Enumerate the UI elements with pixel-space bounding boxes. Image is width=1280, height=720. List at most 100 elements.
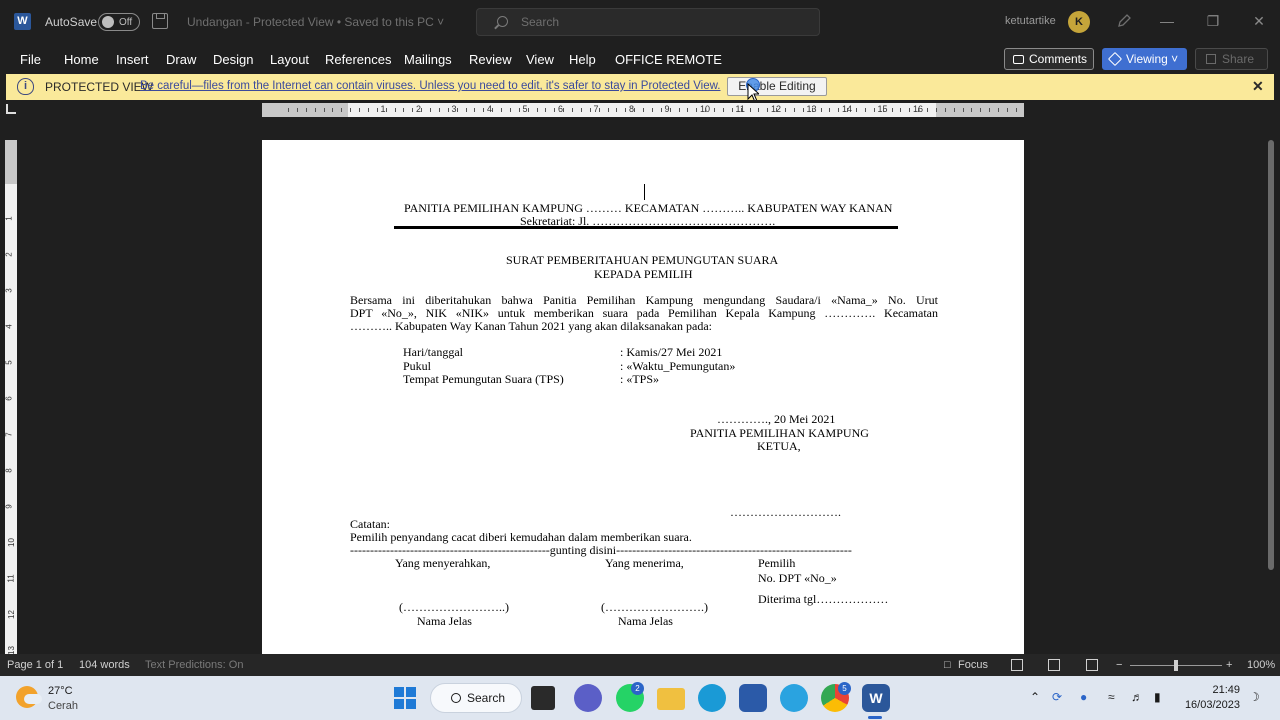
- ruler-tick: [918, 108, 920, 112]
- ruler-tick: [696, 108, 698, 112]
- file-explorer-icon[interactable]: [657, 688, 685, 710]
- tab-mailings[interactable]: Mailings: [404, 52, 452, 67]
- ruler-tick: [927, 108, 928, 112]
- volume-icon[interactable]: ♬: [1131, 690, 1143, 704]
- ruler-tick: [731, 108, 733, 112]
- comments-button[interactable]: Comments: [1004, 48, 1094, 70]
- text-predictions[interactable]: Text Predictions: On: [145, 659, 243, 671]
- ruler-tick: [456, 108, 458, 112]
- tab-selector-icon[interactable]: [6, 104, 16, 114]
- close-icon[interactable]: ✕: [1250, 12, 1268, 30]
- ruler-tick: [776, 108, 778, 112]
- word-app-icon[interactable]: W: [14, 13, 31, 30]
- ruler-tick: [341, 108, 343, 112]
- paragraph-line-3: ……….. Kabupaten Way Kanan Tahun 2021 yan…: [350, 319, 712, 333]
- taskbar-search-button[interactable]: Search: [430, 683, 522, 713]
- vertical-ruler-number: 10: [6, 538, 16, 547]
- web-layout-icon[interactable]: [1086, 659, 1098, 671]
- tab-help[interactable]: Help: [569, 52, 596, 67]
- vertical-ruler[interactable]: 1 2 3 4 5 6 7 8 9 10 11 12 13: [4, 140, 17, 655]
- ruler-tick: [394, 108, 396, 112]
- ruler-tick: [492, 108, 494, 112]
- word-count[interactable]: 104 words: [79, 659, 130, 671]
- notification-icon[interactable]: ☽: [1249, 690, 1260, 704]
- ruler-tick: [687, 108, 689, 112]
- pen-icon[interactable]: [1116, 13, 1132, 29]
- mic-icon[interactable]: ●: [1080, 690, 1087, 704]
- read-mode-icon[interactable]: [1011, 659, 1023, 671]
- wifi-icon[interactable]: ≈: [1108, 690, 1115, 704]
- comments-label: Comments: [1029, 52, 1088, 66]
- autosave-toggle[interactable]: Off: [98, 13, 140, 31]
- tab-file[interactable]: File: [20, 52, 41, 67]
- horizontal-ruler[interactable]: 12345678910111213141516: [262, 103, 1024, 117]
- viewing-label: Viewing ˅: [1126, 52, 1179, 66]
- zoom-out-icon[interactable]: −: [1116, 659, 1122, 671]
- clock-time: 21:49: [1212, 684, 1240, 696]
- tab-home[interactable]: Home: [64, 52, 99, 67]
- windows-start-icon[interactable]: [394, 687, 416, 709]
- sync-icon[interactable]: ⟳: [1052, 690, 1062, 704]
- tab-layout[interactable]: Layout: [270, 52, 309, 67]
- search-input[interactable]: Search: [476, 8, 820, 36]
- detail-label-tps: Tempat Pemungutan Suara (TPS): [403, 372, 564, 386]
- zoom-in-icon[interactable]: +: [1226, 659, 1232, 671]
- user-name[interactable]: ketutartike: [1005, 15, 1056, 27]
- tab-view[interactable]: View: [526, 52, 554, 67]
- ruler-tick: [980, 108, 982, 112]
- vertical-ruler-number: 5: [4, 360, 14, 365]
- vertical-scrollbar[interactable]: [1268, 140, 1274, 570]
- tab-draw[interactable]: Draw: [166, 52, 196, 67]
- restore-icon[interactable]: ❐: [1204, 12, 1222, 30]
- receiver-label: Yang menerima,: [605, 556, 684, 570]
- viewing-mode-button[interactable]: Viewing ˅: [1102, 48, 1187, 70]
- ruler-tick: [474, 108, 476, 112]
- minimize-icon[interactable]: —: [1158, 12, 1176, 30]
- document-page[interactable]: PANITIA PEMILIHAN KAMPUNG ……… KECAMATAN …: [262, 140, 1024, 654]
- ruler-tick: [891, 108, 893, 112]
- focus-button[interactable]: Focus: [958, 659, 988, 671]
- tab-references[interactable]: References: [325, 52, 391, 67]
- tab-office-remote[interactable]: OFFICE REMOTE: [615, 52, 722, 67]
- page-count[interactable]: Page 1 of 1: [7, 659, 63, 671]
- system-clock[interactable]: 21:49 16/03/2023: [1184, 683, 1240, 713]
- zoom-slider-handle[interactable]: [1174, 660, 1178, 671]
- telegram-icon[interactable]: [780, 684, 808, 712]
- ruler-tick: [572, 108, 573, 112]
- avatar[interactable]: K: [1068, 11, 1090, 33]
- share-button[interactable]: Share: [1195, 48, 1268, 70]
- save-icon[interactable]: [152, 13, 168, 29]
- temperature[interactable]: 27°C: [48, 685, 73, 697]
- ruler-tick: [847, 108, 849, 112]
- voter-dpt: No. DPT «No_»: [758, 571, 837, 585]
- edge-icon[interactable]: [698, 684, 726, 712]
- tab-insert[interactable]: Insert: [116, 52, 149, 67]
- tab-design[interactable]: Design: [213, 52, 253, 67]
- document-title[interactable]: Undangan - Protected View • Saved to thi…: [187, 15, 444, 29]
- ruler-tick: [563, 108, 565, 112]
- tab-review[interactable]: Review: [469, 52, 512, 67]
- receiver-name: Nama Jelas: [618, 614, 673, 628]
- protected-view-message[interactable]: Be careful—files from the Internet can c…: [140, 80, 720, 92]
- date-line: …………., 20 Mei 2021: [717, 412, 836, 426]
- battery-icon[interactable]: ▮: [1154, 690, 1161, 704]
- sender-signature: (……………………..): [399, 600, 509, 614]
- detail-value-date: : Kamis/27 Mei 2021: [620, 345, 723, 359]
- weather-condition[interactable]: Cerah: [48, 700, 78, 712]
- ruler-tick: [643, 108, 644, 112]
- ruler-tick: [536, 108, 538, 112]
- chevron-up-icon[interactable]: ⌃: [1030, 690, 1040, 704]
- ruler-tick: [509, 108, 511, 112]
- task-view-icon[interactable]: [531, 686, 555, 710]
- print-layout-icon[interactable]: [1048, 659, 1060, 671]
- close-icon[interactable]: ✕: [1252, 78, 1264, 95]
- ruler-tick: [412, 108, 414, 112]
- zoom-level[interactable]: 100%: [1247, 659, 1275, 671]
- ruler-tick: [545, 108, 547, 112]
- focus-icon[interactable]: □: [944, 659, 951, 671]
- enable-editing-button[interactable]: Enable Editing: [727, 77, 827, 96]
- teams-icon[interactable]: [574, 684, 602, 712]
- store-icon[interactable]: [739, 684, 767, 712]
- word-taskbar-icon[interactable]: W: [862, 684, 890, 712]
- ruler-tick: [296, 108, 298, 112]
